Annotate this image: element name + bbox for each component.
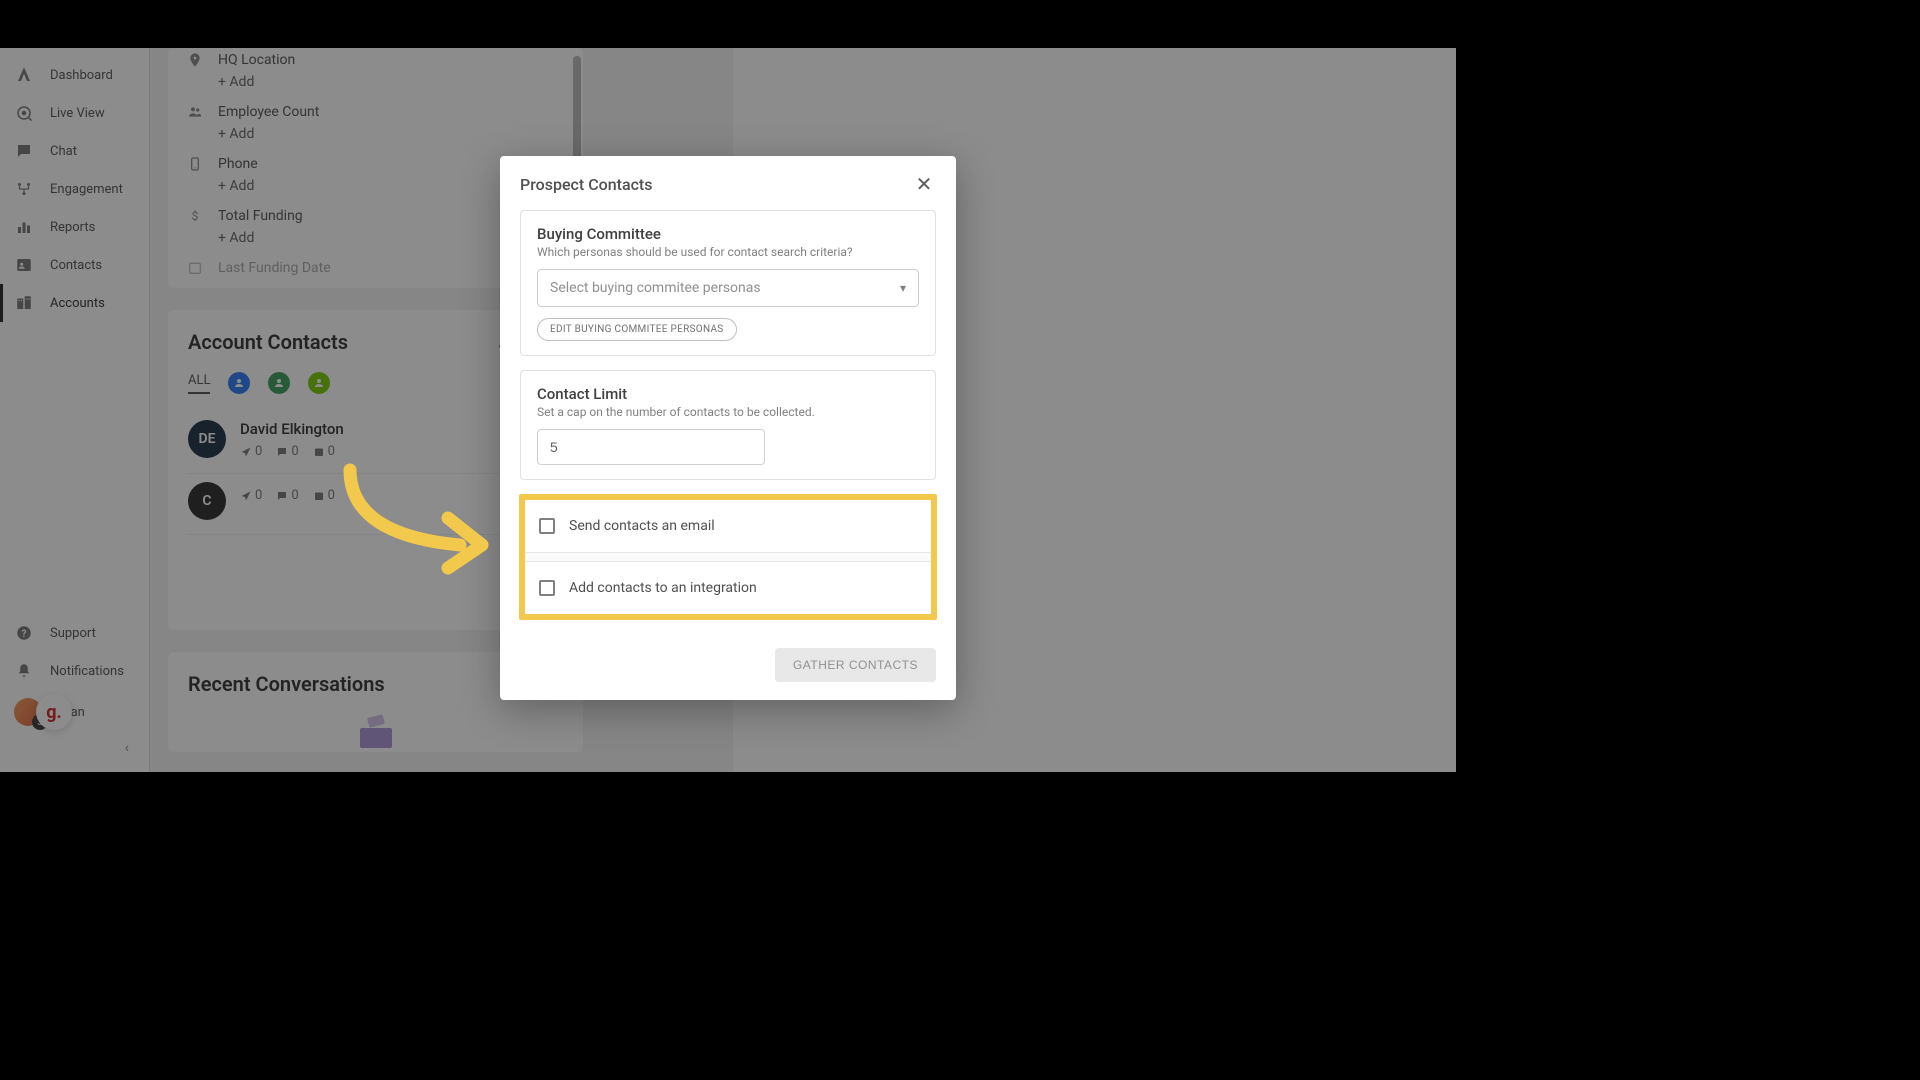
highlighted-options: Send contacts an email Add contacts to a… [519, 494, 937, 620]
prospect-contacts-modal: Prospect Contacts ✕ Buying Committee Whi… [500, 156, 956, 700]
send-email-option[interactable]: Send contacts an email [525, 500, 931, 552]
checkbox-label: Send contacts an email [569, 518, 715, 534]
buying-committee-section: Buying Committee Which personas should b… [520, 210, 936, 356]
section-subtitle: Which personas should be used for contac… [537, 245, 919, 259]
contact-limit-input[interactable] [537, 429, 765, 465]
persona-select[interactable]: Select buying commitee personas [537, 269, 919, 307]
checkbox[interactable] [539, 518, 555, 534]
close-icon[interactable]: ✕ [912, 172, 936, 196]
gather-contacts-button[interactable]: GATHER CONTACTS [775, 648, 936, 682]
section-title: Buying Committee [537, 225, 919, 243]
contact-limit-section: Contact Limit Set a cap on the number of… [520, 370, 936, 480]
modal-title: Prospect Contacts [520, 175, 653, 194]
checkbox-label: Add contacts to an integration [569, 580, 757, 596]
add-integration-option[interactable]: Add contacts to an integration [525, 562, 931, 614]
edit-personas-button[interactable]: EDIT BUYING COMMITEE PERSONAS [537, 318, 737, 341]
section-subtitle: Set a cap on the number of contacts to b… [537, 405, 919, 419]
section-title: Contact Limit [537, 385, 919, 403]
checkbox[interactable] [539, 580, 555, 596]
